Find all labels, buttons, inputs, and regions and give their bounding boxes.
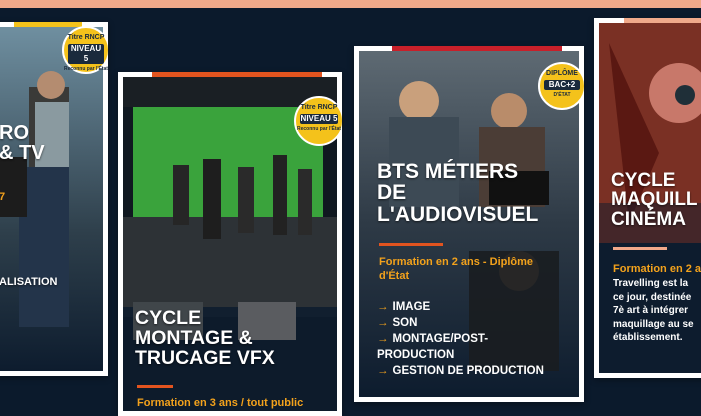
badge-level-text: BAC+2 — [544, 80, 580, 90]
desc-line: Travelling est la — [613, 278, 689, 289]
badge-top-text: Titre RNCP — [67, 34, 105, 41]
list-item: → GESTION DE PRODUCTION — [377, 363, 557, 379]
card-subtitle: Formation en 3 ans / tout public — [137, 397, 304, 409]
list-item: → SON — [377, 315, 557, 331]
card-mark: 7 — [0, 191, 6, 203]
badge-top-text: Titre RNCP — [300, 104, 338, 111]
title-line: DE — [377, 181, 407, 205]
card-title: BTS MÉTIERS DE L'AUDIOVISUEL — [377, 160, 539, 226]
rncp-badge: Titre RNCP NIVEAU 5 Reconnu par l'État — [62, 26, 108, 74]
title-rule — [137, 385, 173, 388]
badge-top-text: DIPLÔME — [546, 70, 578, 77]
list-item-label: SON — [392, 317, 418, 329]
title-line: CYCLE — [135, 307, 202, 329]
title-rule — [613, 247, 667, 250]
card-label: ALISATION — [0, 276, 58, 288]
card-maquillage-cinema[interactable]: CYCLE MAQUILL CINÉMA Formation en 2 a Tr… — [594, 18, 701, 378]
list-item-label: MONTAGE/POST-PRODUCTION — [377, 333, 489, 361]
desc-line: 7è art à intégrer — [613, 305, 689, 316]
list-item: → IMAGE — [377, 299, 557, 315]
list-item: → MONTAGE/POST-PRODUCTION — [377, 331, 557, 363]
title-line: CYCLE — [611, 170, 676, 191]
title-line: MAQUILL — [611, 189, 698, 211]
badge-level-text: NIVEAU 5 — [68, 44, 104, 64]
title-line: & TV — [0, 142, 45, 165]
title-rule — [379, 243, 443, 246]
desc-line: ce jour, destinée — [613, 291, 692, 303]
badge-level-text: NIVEAU 5 — [300, 114, 338, 124]
list-item-label: GESTION DE PRODUCTION — [392, 365, 544, 377]
card-bts-audiovisuel[interactable]: BTS MÉTIERS DE L'AUDIOVISUEL Formation e… — [354, 46, 584, 402]
top-band — [0, 0, 701, 8]
badge-bottom-text: Reconnu par l'État — [297, 126, 341, 132]
title-line: TRUCAGE VFX — [135, 346, 275, 369]
arrow-icon: → — [377, 365, 389, 377]
title-line: MONTAGE & — [135, 326, 253, 349]
card-subtitle: Formation en 2 ans - Diplôme d'État — [379, 256, 534, 282]
bts-options-list: → IMAGE → SON → MONTAGE/POST-PRODUCTION → GE… — [377, 299, 557, 379]
badge-bottom-text: D'ÉTAT — [553, 92, 571, 98]
card-title: CYCLE MONTAGE & TRUCAGE VFX — [135, 307, 275, 369]
diplome-badge: DIPLÔME BAC+2 D'ÉTAT — [538, 62, 584, 110]
operator-photo — [0, 27, 103, 371]
title-line: RO — [0, 122, 29, 144]
badge-bottom-text: Reconnu par l'État — [64, 66, 108, 72]
card-inner: CYCLE MAQUILL CINÉMA Formation en 2 a Tr… — [599, 23, 701, 373]
card-description: Travelling est la ce jour, destinée 7è a… — [613, 277, 694, 345]
title-line: CINÉMA — [611, 208, 686, 230]
arrow-icon: → — [377, 333, 389, 345]
card-realisation[interactable]: RO & TV 7 ALISATION Titre RNCP NIVEAU 5 … — [0, 22, 108, 376]
card-montage-vfx[interactable]: CYCLE MONTAGE & TRUCAGE VFX Formation en… — [118, 72, 342, 416]
card-title: RO & TV — [0, 123, 45, 164]
card-subtitle: Formation en 2 a — [613, 263, 701, 275]
desc-line: établissement. — [613, 332, 683, 343]
card-inner: RO & TV 7 ALISATION — [0, 27, 103, 371]
title-line: BTS MÉTIERS — [377, 160, 519, 183]
arrow-icon: → — [377, 317, 389, 329]
title-line: L'AUDIOVISUEL — [377, 202, 539, 226]
desc-line: maquillage au se — [613, 318, 694, 330]
rncp-badge: Titre RNCP NIVEAU 5 Reconnu par l'État — [294, 96, 342, 146]
arrow-icon: → — [377, 301, 389, 313]
card-title: CYCLE MAQUILL CINÉMA — [611, 170, 698, 230]
list-item-label: IMAGE — [392, 301, 431, 313]
